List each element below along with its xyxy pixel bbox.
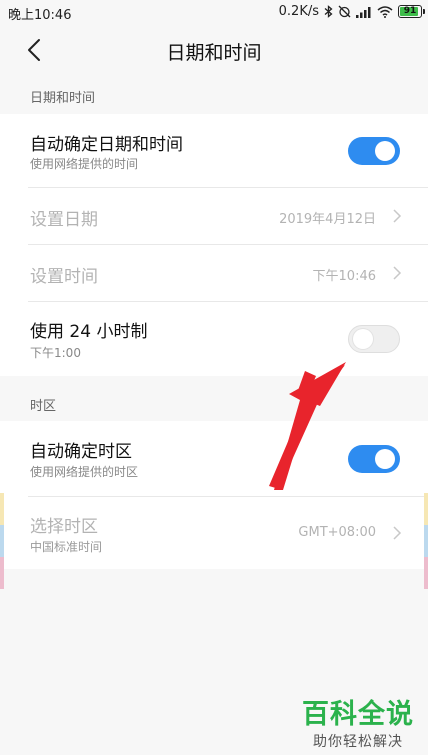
watermark-main: 百科全说 [302,699,414,730]
watermark-logo: 百科全说 助你轻松解决 [302,692,414,751]
red-arrow-annotation [269,362,346,490]
watermark-sub: 助你轻松解决 [313,734,403,750]
